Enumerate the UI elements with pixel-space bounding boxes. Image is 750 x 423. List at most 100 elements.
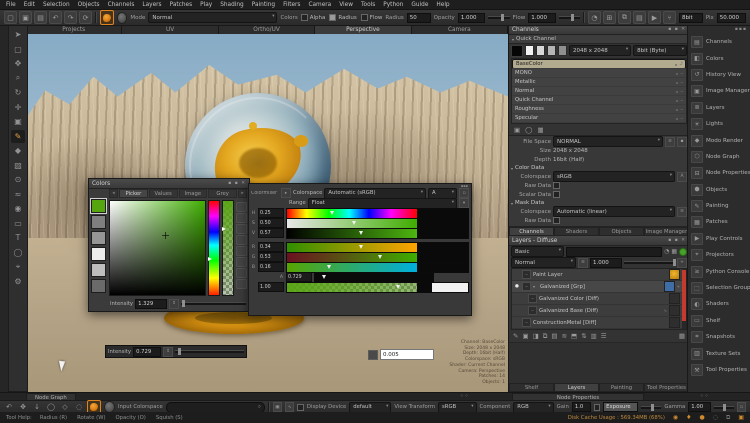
color-swatch[interactable]: [91, 215, 106, 229]
color-swatch[interactable]: [91, 231, 106, 245]
color-swatch[interactable]: [91, 263, 106, 277]
component-select[interactable]: RGB: [513, 402, 553, 413]
tool-icon[interactable]: ◆: [11, 144, 25, 158]
toolbar-checkbox[interactable]: Radius: [329, 14, 356, 21]
menu-item[interactable]: Layers: [142, 2, 161, 8]
tool-icon[interactable]: ◯: [11, 246, 25, 260]
toolbar-icon[interactable]: ◔: [588, 11, 601, 24]
scrollbar-thumb[interactable]: [682, 270, 686, 321]
colorspace-search-input[interactable]: ⌕: [166, 402, 265, 413]
toolbar-icon[interactable]: ↶: [49, 11, 62, 24]
display-checkbox[interactable]: [297, 404, 304, 411]
alpha-slider[interactable]: [286, 282, 469, 293]
value-slider[interactable]: [286, 228, 469, 239]
palette-shortcut[interactable]: ▦ Patches: [688, 214, 750, 230]
intensity-track[interactable]: [175, 350, 244, 353]
dock-tab[interactable]: Tool Properties: [644, 383, 689, 392]
layer-row[interactable]: Galvanized Color (Diff): [512, 293, 686, 305]
toolbar-icon[interactable]: ▤: [633, 11, 646, 24]
checkbox-box[interactable]: [361, 14, 368, 21]
exposure-button[interactable]: Exposure: [603, 402, 638, 412]
mode-button[interactable]: [236, 224, 247, 234]
viewport-tab[interactable]: Ortho/UV: [219, 25, 315, 34]
transform-tool-icon[interactable]: ↓: [32, 402, 42, 412]
palette-shortcut[interactable]: ▣ Image Manager: [688, 83, 750, 99]
menu-item[interactable]: Objects: [78, 2, 100, 8]
merge-layer-icon[interactable]: ▤: [551, 332, 557, 340]
intensity-value-field[interactable]: 0.729: [133, 347, 161, 357]
collapse-icon[interactable]: ▪: [677, 137, 687, 147]
pix-field[interactable]: 50.000: [717, 13, 746, 23]
checkbox-box[interactable]: [329, 14, 336, 21]
opacity-field[interactable]: 1.000: [458, 13, 485, 23]
stepper-icon[interactable]: ⇕: [169, 299, 179, 309]
viewport-tab[interactable]: Camera: [412, 25, 508, 34]
channel-lock-icon[interactable]: ‒: [680, 71, 683, 76]
menu-item[interactable]: Guide: [411, 2, 428, 8]
palette-tab[interactable]: Shaders: [554, 227, 599, 236]
hue-strip[interactable]: [208, 200, 220, 296]
mode-button[interactable]: [236, 257, 247, 267]
tool-icon[interactable]: ⌕: [11, 72, 25, 86]
status-alert-icon[interactable]: ♦: [686, 414, 691, 421]
tab-scroll-left-icon[interactable]: ◂: [109, 189, 118, 198]
drag-grip[interactable]: [368, 350, 378, 360]
layer-visibility-toggle[interactable]: [522, 270, 531, 279]
transfer-icon[interactable]: ⇅: [581, 332, 586, 340]
viewport-tab[interactable]: Perspective: [315, 25, 411, 34]
toolbar-icon[interactable]: ▤: [34, 11, 47, 24]
eraser-tool-button[interactable]: [117, 12, 128, 24]
layers-panel-titlebar[interactable]: Layers - Diffuse ▪ ▪ ✕: [509, 236, 689, 246]
viewport-tab[interactable]: UV: [122, 25, 218, 34]
transform-tool-icon[interactable]: ◇: [60, 402, 70, 412]
palette-shortcut[interactable]: ◆ Modo Render: [688, 132, 750, 148]
palette-shortcut[interactable]: ⬚ Selection Groups: [688, 280, 750, 296]
toolbar-icon[interactable]: ▶: [648, 11, 661, 24]
depth-field[interactable]: 8bit: [679, 13, 703, 23]
mode-button[interactable]: [236, 235, 247, 245]
colors-panel-titlebar[interactable]: Colors ▪ ▪ ✕: [89, 179, 249, 189]
channel-row[interactable]: Metallic ▫ ‒: [512, 78, 686, 87]
palette-shortcut[interactable]: ▤ Channels: [688, 34, 750, 50]
value-value-field[interactable]: 0.57: [258, 228, 284, 238]
transform-tool-icon[interactable]: ↶: [4, 402, 14, 412]
layer-visibility-toggle[interactable]: [528, 306, 537, 315]
menu-item[interactable]: Painting: [252, 2, 275, 8]
status-idle-icon[interactable]: ◌: [713, 414, 718, 421]
green-value-field[interactable]: 0.53: [258, 252, 284, 262]
tool-icon[interactable]: ✥: [11, 57, 25, 71]
red-value-field[interactable]: 0.34: [258, 242, 284, 252]
channel-row[interactable]: Specular ▫ ‒: [512, 114, 686, 123]
tool-icon[interactable]: ⚙: [11, 275, 25, 289]
saturation-value-picker[interactable]: [109, 200, 206, 296]
channel-lock-icon[interactable]: ‒: [680, 116, 683, 121]
channel-cache-icon[interactable]: ▫: [676, 98, 679, 103]
sidebar-menu-icon[interactable]: ▪▪▪: [688, 25, 750, 34]
shuffle-icon[interactable]: ≋: [562, 332, 567, 340]
palette-shortcut[interactable]: ◐ Shaders: [688, 296, 750, 312]
colors-panel-tab[interactable]: Grey: [208, 189, 237, 198]
menu-item[interactable]: Patches: [170, 2, 193, 8]
transform-tool-icon[interactable]: ✥: [18, 402, 28, 412]
adjustment-icon[interactable]: ⬒: [571, 332, 577, 340]
palette-tab[interactable]: Image Manager: [644, 227, 689, 236]
grey-swatch[interactable]: [536, 45, 545, 56]
channel-row[interactable]: Roughness ▫ ‒: [512, 105, 686, 114]
cache-icon[interactable]: ▥: [591, 332, 597, 340]
toolbar-icon[interactable]: ⑂: [663, 11, 676, 24]
toolbar-icon[interactable]: ▣: [19, 11, 32, 24]
mask-add-icon[interactable]: +: [677, 284, 680, 289]
mode-button[interactable]: [236, 246, 247, 256]
panel-window-buttons[interactable]: ▪ ▪ ✕: [668, 238, 686, 243]
status-paint-icon[interactable]: ●: [700, 414, 705, 421]
transform-tool-icon[interactable]: ◌: [74, 402, 84, 412]
channel-cache-icon[interactable]: ▫: [676, 80, 679, 85]
intensity-field[interactable]: 1.329: [135, 299, 167, 309]
colors-panel-tab[interactable]: Picker: [119, 189, 148, 198]
palette-shortcut[interactable]: ▶ Play Controls: [688, 231, 750, 247]
duplicate-layer-icon[interactable]: ⧉: [543, 332, 548, 341]
blend-options-icon[interactable]: ≡: [578, 258, 588, 268]
tool-icon[interactable]: ▢: [11, 43, 25, 57]
channel-row[interactable]: Normal ▫ ‒: [512, 87, 686, 96]
floating-intensity-slider[interactable]: Intensity 0.729 ⇕: [105, 345, 247, 358]
